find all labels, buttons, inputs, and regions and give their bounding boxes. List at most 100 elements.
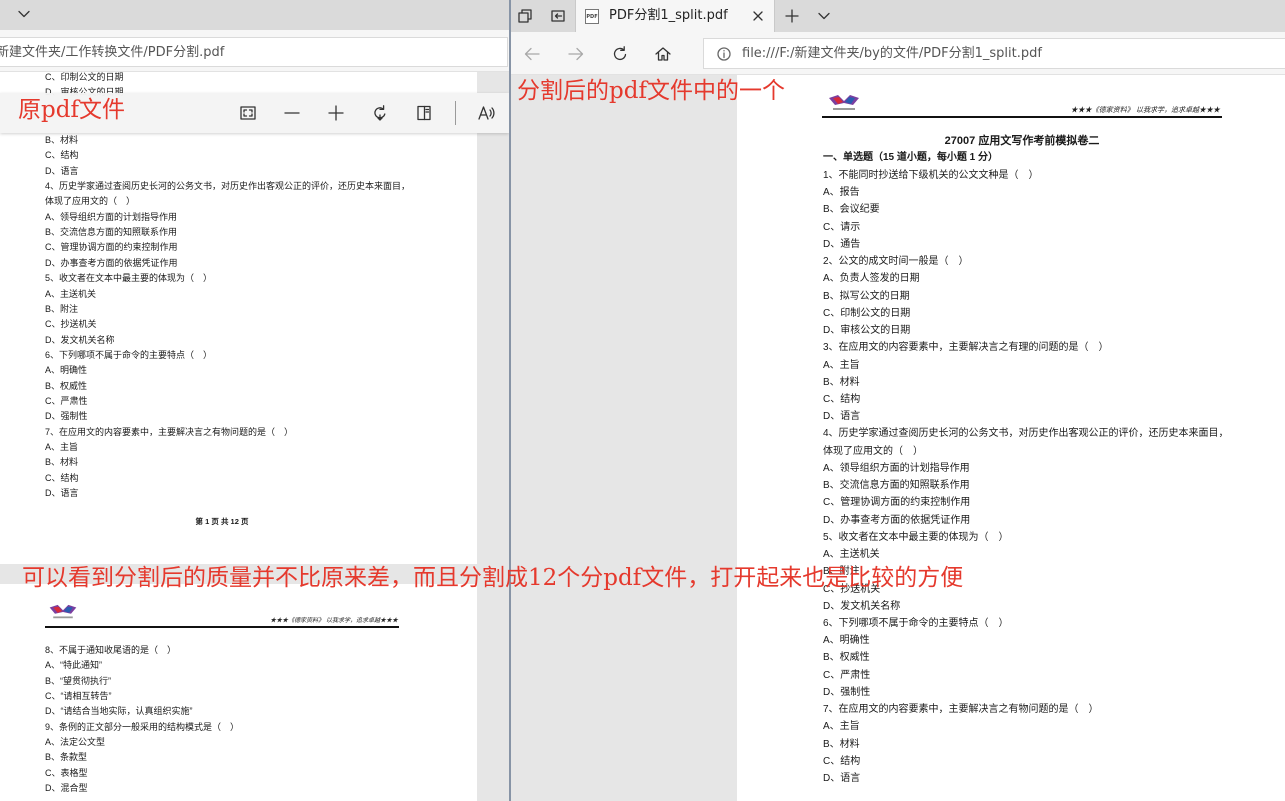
pdf-text-line: 体现了应用文的（ ） bbox=[45, 196, 136, 207]
header-rule bbox=[822, 116, 1222, 118]
forward-icon[interactable] bbox=[567, 45, 585, 63]
pdf-text-line: 4、历史学家通过查阅历史长河的公务文书，对历史作出客观公正的评价，还历史本来面目… bbox=[823, 428, 1229, 440]
tab-actions-icon[interactable] bbox=[517, 8, 533, 24]
pdf-text-line: B、附注 bbox=[45, 303, 79, 314]
pdf-text-line: 6、下列哪项不属于命令的主要特点（ ） bbox=[823, 617, 1009, 629]
pdf-text-line: 1、不能同时抄送给下级机关的公文文种是（ ） bbox=[823, 170, 1039, 181]
section-heading: 一、单选题（15 道小题，每小题 1 分） bbox=[823, 152, 999, 163]
pdf-text-line: C、结构 bbox=[45, 472, 79, 483]
pdf-text-line: 7、在应用文的内容要素中，主要解决言之有物问题的是（ ） bbox=[823, 704, 1099, 716]
page-layout-icon[interactable] bbox=[415, 104, 433, 122]
document-title: 27007 应用文写作考前模拟卷二 bbox=[944, 135, 1100, 147]
pdf-text-line: D、办事查考方面的依据凭证作用 bbox=[45, 257, 178, 268]
read-aloud-icon[interactable] bbox=[476, 103, 496, 123]
pdf-text-line: A、领导组织方面的计划指导作用 bbox=[823, 462, 970, 474]
pdf-text-line: B、材料 bbox=[823, 738, 860, 750]
zoom-out-icon[interactable] bbox=[283, 104, 301, 122]
pdf-text-line: B、拟写公文的日期 bbox=[823, 290, 910, 302]
pdf-text-line: C、结构 bbox=[823, 393, 861, 405]
pdf-text-line: B、会议纪要 bbox=[823, 204, 880, 216]
zoom-in-icon[interactable] bbox=[327, 104, 345, 122]
pdf-text-line: A、领导组织方面的计划指导作用 bbox=[45, 211, 178, 222]
pdf-text-line: D、“请结合当地实际，认真组织实施” bbox=[45, 706, 193, 717]
chevron-down-icon[interactable] bbox=[816, 8, 832, 24]
left-tab-strip bbox=[0, 0, 509, 30]
pdf-text-line: A、明确性 bbox=[45, 365, 88, 376]
pdf-text-line: C、严肃性 bbox=[823, 669, 871, 681]
pdf-text-line: C、“请相互转告” bbox=[45, 691, 112, 702]
pdf-text-line: C、印制公文的日期 bbox=[45, 72, 124, 82]
pdf-text-line: A、主旨 bbox=[823, 359, 860, 371]
pdf-text-line: D、强制性 bbox=[823, 686, 871, 698]
pdf-text-line: B、交流信息方面的知照联系作用 bbox=[823, 480, 970, 492]
pdf-text-line: 5、收文者在文本中最主要的体现为（ ） bbox=[823, 531, 1009, 543]
pdf-text-line: D、语言 bbox=[823, 411, 861, 423]
pdf-text-line: A、法定公文型 bbox=[45, 737, 106, 748]
tab-pdf-split[interactable]: PDF PDF分割1_split.pdf bbox=[575, 0, 775, 32]
pdf-text-line: A、主旨 bbox=[45, 442, 79, 452]
tab-strip: PDF PDF分割1_split.pdf bbox=[511, 0, 1285, 32]
pdf-text-line: 5、收文者在文本中最主要的体现为（ ） bbox=[45, 273, 213, 284]
toolbar-separator bbox=[455, 101, 456, 125]
right-browser-window: ★★★《德家资料》 以我求学，追求卓越★★★ 27007 应用文写作考前模拟卷二… bbox=[511, 0, 1285, 801]
document-header-text: ★★★《德家资料》 以我求学，追求卓越★★★ bbox=[1070, 106, 1220, 114]
pdf-text-line: 6、下列哪项不属于命令的主要特点（ ） bbox=[45, 349, 213, 360]
navigation-bar: file:///F:/新建文件夹/by的文件/PDF分割1_split.pdf bbox=[511, 32, 1285, 75]
address-text: 新建文件夹/工作转换文件/PDF分割.pdf bbox=[0, 45, 225, 60]
pdf-text-line: 2、公文的成文时间一般是（ ） bbox=[823, 256, 969, 268]
pdf-text-line: C、表格型 bbox=[45, 767, 88, 778]
pdf-text-line: C、结构 bbox=[45, 150, 79, 161]
pdf-text-line: C、印制公文的日期 bbox=[823, 307, 911, 319]
page-footer: 第 1 页 共 12 页 bbox=[195, 517, 249, 526]
address-bar[interactable]: 新建文件夹/工作转换文件/PDF分割.pdf bbox=[0, 37, 508, 67]
set-aside-tabs-icon[interactable] bbox=[550, 8, 566, 24]
pdf-text-line: 3、在应用文的内容要素中，主要解决言之有理的问题的是（ ） bbox=[823, 342, 1109, 354]
pdf-text-line: D、发文机关名称 bbox=[45, 334, 115, 345]
new-tab-icon[interactable] bbox=[784, 8, 800, 24]
right-pdf-text-layer: ★★★《德家资料》 以我求学，追求卓越★★★ 27007 应用文写作考前模拟卷二… bbox=[511, 0, 1285, 801]
pdf-text-line: A、主旨 bbox=[823, 721, 860, 733]
pdf-text-line: B、交流信息方面的知照联系作用 bbox=[45, 227, 178, 238]
annotation-split-pdf: 分割后的pdf文件中的一个 bbox=[517, 78, 785, 104]
info-icon[interactable] bbox=[716, 46, 732, 62]
home-icon[interactable] bbox=[654, 45, 672, 63]
header-rule bbox=[45, 626, 399, 628]
annotation-original-pdf: 原pdf文件 bbox=[18, 97, 125, 123]
pdf-text-line: 4、历史学家通过查阅历史长河的公务文书，对历史作出客观公正的评价，还历史本来面目… bbox=[45, 181, 411, 192]
pdf-text-line: 7、在应用文的内容要素中，主要解决言之有物问题的是（ ） bbox=[45, 426, 294, 437]
pdf-text-line: C、管理协调方面的约束控制作用 bbox=[45, 242, 178, 253]
pdf-text-line: D、审核公文的日期 bbox=[823, 325, 911, 337]
pdf-text-line: A、主送机关 bbox=[45, 288, 97, 299]
annotation-comparison-note: 可以看到分割后的质量并不比原来差，而且分割成12个分pdf文件，打开起来也是比较… bbox=[22, 565, 964, 591]
document-logo bbox=[826, 93, 862, 113]
document-logo bbox=[47, 603, 79, 621]
pdf-text-line: C、抄送机关 bbox=[45, 319, 97, 330]
pdf-text-line: A、主送机关 bbox=[823, 549, 880, 561]
pdf-file-icon: PDF bbox=[585, 9, 599, 24]
pdf-text-line: A、明确性 bbox=[823, 635, 870, 647]
pdf-text-line: B、材料 bbox=[823, 376, 860, 388]
pdf-text-line: D、办事查考方面的依据凭证作用 bbox=[823, 514, 971, 526]
fit-to-page-icon[interactable] bbox=[239, 104, 257, 122]
address-text: file:///F:/新建文件夹/by的文件/PDF分割1_split.pdf bbox=[742, 46, 1042, 61]
pdf-text-line: D、混合型 bbox=[45, 783, 88, 794]
left-navigation-bar: 新建文件夹/工作转换文件/PDF分割.pdf bbox=[0, 30, 509, 72]
pdf-text-line: D、强制性 bbox=[45, 411, 88, 422]
rotate-icon[interactable] bbox=[371, 104, 389, 122]
refresh-icon[interactable] bbox=[611, 45, 629, 63]
pdf-text-line: C、结构 bbox=[823, 755, 861, 767]
pdf-text-line: C、严肃性 bbox=[45, 395, 88, 406]
pdf-text-line: D、语言 bbox=[823, 773, 861, 785]
address-bar[interactable]: file:///F:/新建文件夹/by的文件/PDF分割1_split.pdf bbox=[703, 38, 1285, 69]
pdf-text-line: B、材料 bbox=[45, 457, 79, 468]
pdf-text-line: D、语言 bbox=[45, 165, 79, 176]
pdf-icon-label: PDF bbox=[586, 14, 598, 20]
pdf-text-line: 8、不属于通知收尾语的是（ ） bbox=[45, 645, 177, 655]
pdf-text-line: D、语言 bbox=[45, 488, 79, 499]
chevron-down-icon[interactable] bbox=[16, 6, 32, 22]
pdf-text-line: C、请示 bbox=[823, 221, 861, 233]
pdf-text-line: B、权威性 bbox=[823, 652, 870, 664]
back-icon[interactable] bbox=[523, 45, 541, 63]
pdf-text-line: D、发文机关名称 bbox=[823, 600, 901, 612]
close-icon[interactable] bbox=[751, 9, 765, 23]
